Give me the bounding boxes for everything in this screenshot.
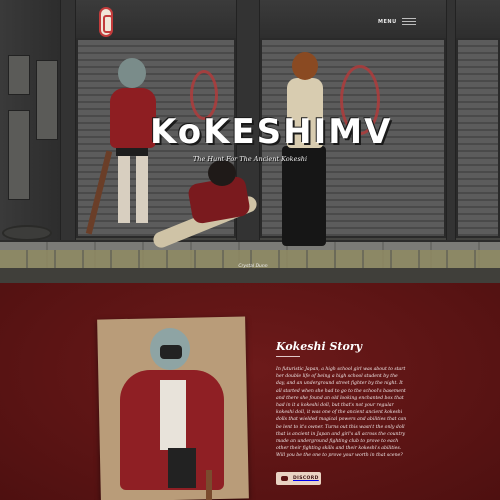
story-section <box>0 283 500 500</box>
pillar <box>446 0 456 245</box>
character-right-head <box>292 52 318 80</box>
story-paragraph: In futuristic Japan, a high school girl … <box>276 367 407 459</box>
manhole-cover <box>2 225 52 241</box>
artist-signature: Crystal Dunn <box>238 264 268 269</box>
pillar <box>60 0 76 245</box>
title-underline <box>276 356 300 357</box>
story-title: Kokeshi Story <box>276 340 363 353</box>
character-left-legs <box>118 148 148 223</box>
discord-icon <box>281 476 288 481</box>
artwork-skirt <box>168 448 196 488</box>
shutter-right <box>456 38 500 238</box>
character-sitting-head <box>208 160 236 186</box>
character-left-head <box>118 58 146 88</box>
menu-button[interactable]: MENU <box>378 18 416 25</box>
discord-button[interactable]: DISCORD <box>276 472 321 485</box>
kokeshi-logo-icon[interactable] <box>99 7 113 37</box>
road <box>0 268 500 283</box>
hero-subtitle: The Hunt For The Ancient Kokeshi <box>192 155 308 163</box>
artwork-shirt <box>160 380 186 450</box>
menu-label: MENU <box>378 18 397 25</box>
storefront-beam <box>60 0 500 38</box>
hero-title: KoKESHIMV <box>150 112 393 152</box>
discord-button-label: DISCORD <box>293 476 319 481</box>
artwork-mask <box>160 345 182 359</box>
hamburger-icon <box>401 18 416 25</box>
artwork-bat <box>206 470 212 500</box>
